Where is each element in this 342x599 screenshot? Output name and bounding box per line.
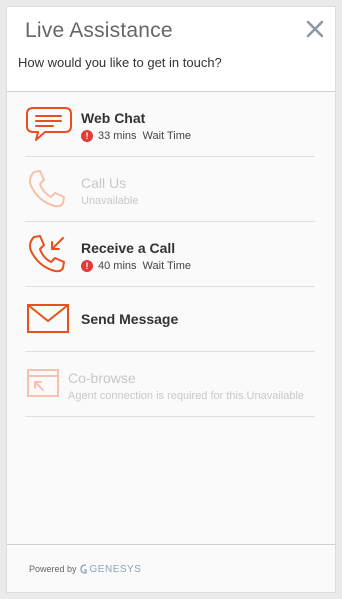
chat-bubble-icon [25,104,75,144]
option-send-message[interactable]: Send Message [25,287,315,352]
contact-options-list: Web Chat ! 33 mins Wait Time Call Us Una… [25,92,315,417]
option-call-us: Call Us Unavailable [25,157,315,222]
wait-label: Wait Time [142,260,192,272]
wait-label: Wait Time [142,130,192,142]
wait-value: 40 mins [98,260,137,272]
wait-time: ! 40 mins Wait Time [81,260,191,272]
option-label: Call Us [81,175,127,191]
genesys-logo-icon [79,563,88,575]
panel-footer: Powered by GENESYS [7,544,335,592]
option-status: Unavailable [81,195,139,207]
powered-by: Powered by GENESYS [29,563,141,575]
wait-value: 33 mins [98,130,137,142]
phone-callback-icon [25,234,75,274]
phone-icon [25,169,75,209]
option-status: Agent connection is required for this.Un… [68,390,305,402]
alert-icon: ! [81,130,93,142]
powered-by-label: Powered by [29,564,77,574]
close-icon[interactable] [305,19,325,39]
option-label: Send Message [81,311,179,327]
panel-header: Live Assistance How would you like to ge… [7,7,335,92]
panel-title: Live Assistance [25,19,173,42]
option-receive-a-call[interactable]: Receive a Call ! 40 mins Wait Time [25,222,315,287]
panel-subtitle: How would you like to get in touch? [18,55,222,70]
option-label: Receive a Call [81,240,176,256]
genesys-brand[interactable]: GENESYS [90,564,142,575]
option-co-browse: Co-browse Agent connection is required f… [25,352,315,417]
option-label: Co-browse [68,370,136,386]
wait-time: ! 33 mins Wait Time [81,130,191,142]
option-label: Web Chat [81,110,146,126]
alert-icon: ! [81,260,93,272]
option-web-chat[interactable]: Web Chat ! 33 mins Wait Time [25,92,315,157]
envelope-icon [25,299,75,339]
live-assistance-panel: Live Assistance How would you like to ge… [6,6,336,593]
